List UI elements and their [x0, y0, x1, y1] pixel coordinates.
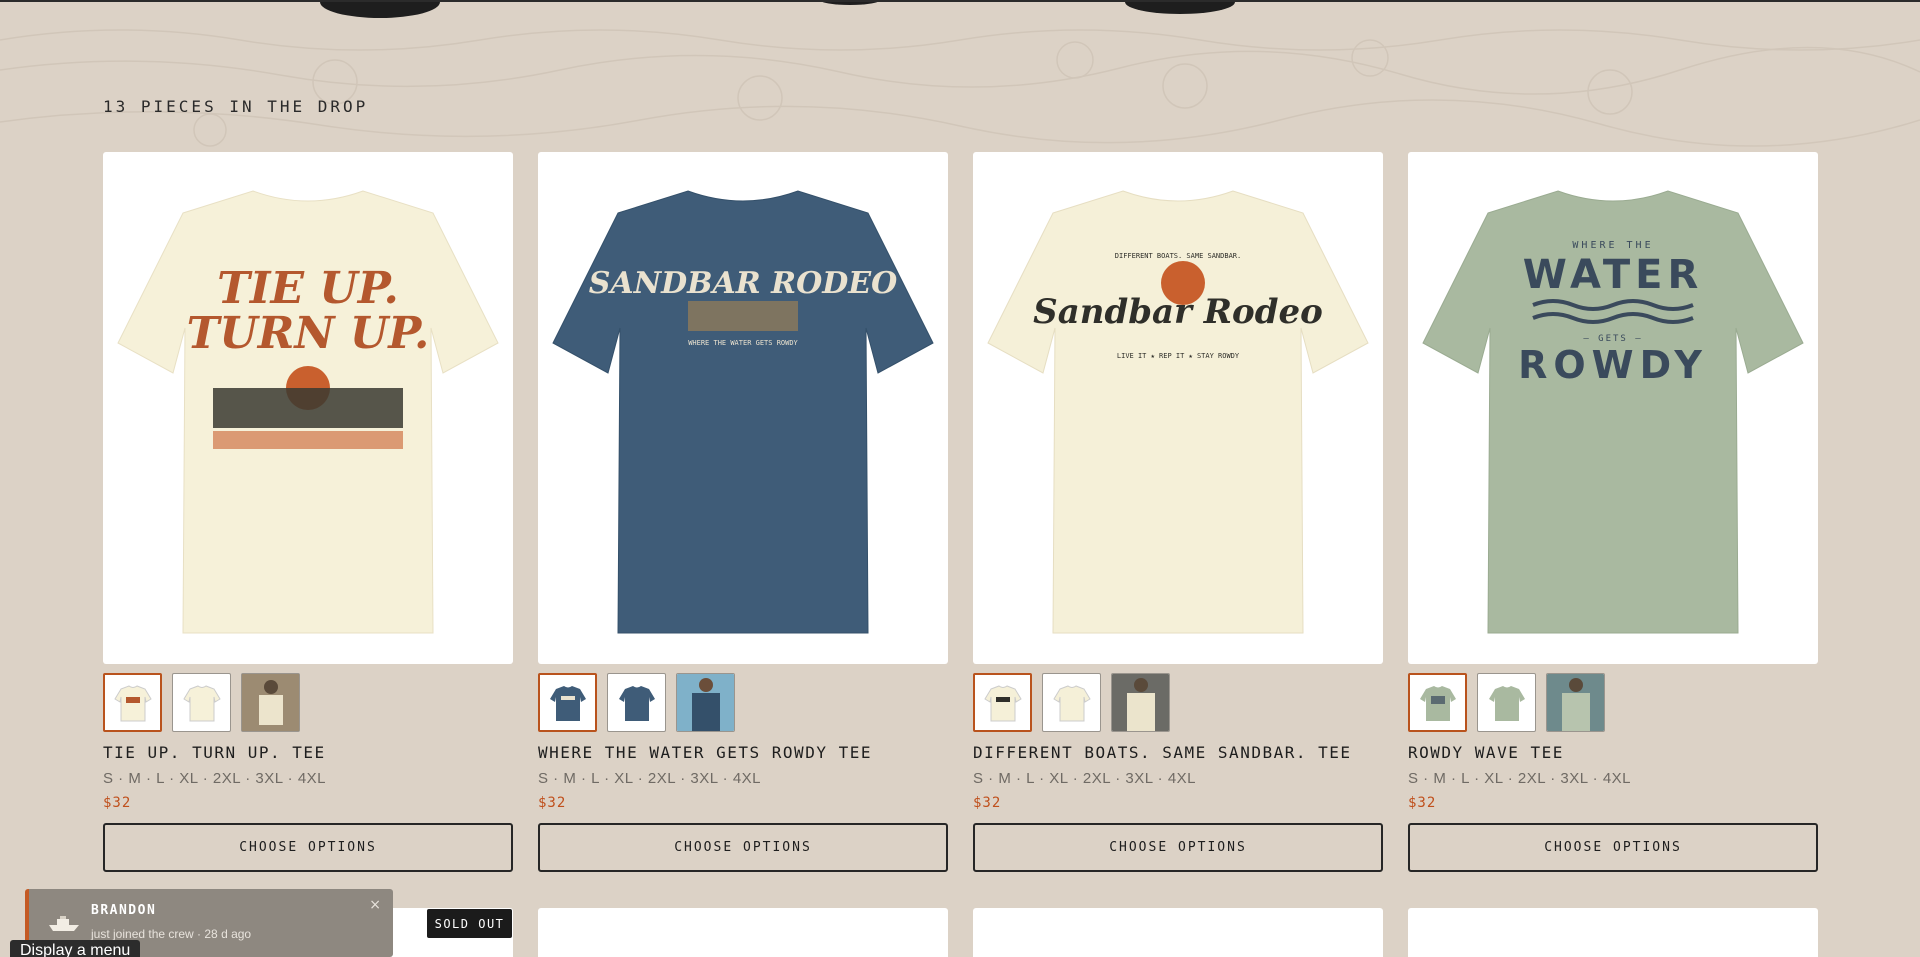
product-card: TIE UP. TURN UP. TIE UP. TURN UP. TEE S … [103, 152, 513, 872]
product-card-next-row[interactable] [1408, 908, 1818, 957]
product-price: $32 [973, 795, 1002, 811]
product-title[interactable]: DIFFERENT BOATS. SAME SANDBAR. TEE [973, 743, 1383, 762]
product-price: $32 [538, 795, 567, 811]
product-thumbnails [538, 673, 948, 732]
thumbnail-front[interactable] [103, 673, 162, 732]
thumbnail-lifestyle[interactable] [241, 673, 300, 732]
header-bottom-border [0, 0, 1920, 2]
product-title[interactable]: TIE UP. TURN UP. TEE [103, 743, 513, 762]
tshirt-illustration: TIE UP. TURN UP. [117, 190, 499, 634]
product-price: $32 [1408, 795, 1437, 811]
close-icon[interactable]: × [369, 897, 381, 913]
tshirt-illustration: DIFFERENT BOATS. SAME SANDBAR. Sandbar R… [987, 190, 1369, 634]
product-image[interactable]: WHERE THE WATER — GETS — ROWDY [1408, 152, 1818, 664]
thumbnail-back[interactable] [1477, 673, 1536, 732]
product-sizes: S · M · L · XL · 2XL · 3XL · 4XL [103, 770, 327, 787]
product-sizes: S · M · L · XL · 2XL · 3XL · 4XL [973, 770, 1197, 787]
thumbnail-lifestyle[interactable] [676, 673, 735, 732]
product-thumbnails [103, 673, 513, 732]
print-line-1: SANDBAR RODEO [589, 266, 897, 301]
choose-options-button[interactable]: CHOOSE OPTIONS [103, 823, 513, 872]
thumbnail-back[interactable] [172, 673, 231, 732]
choose-options-button[interactable]: CHOOSE OPTIONS [973, 823, 1383, 872]
print-line-3: LIVE IT ★ REP IT ★ STAY ROWDY [1117, 352, 1240, 360]
product-card-next-row[interactable] [538, 908, 948, 957]
print-line-1: TIE UP. [217, 263, 399, 314]
print-line-1: DIFFERENT BOATS. SAME SANDBAR. [1115, 252, 1241, 260]
thumbnail-lifestyle[interactable] [1111, 673, 1170, 732]
product-title[interactable]: ROWDY WAVE TEE [1408, 743, 1818, 762]
product-card: DIFFERENT BOATS. SAME SANDBAR. Sandbar R… [973, 152, 1383, 872]
section-heading: 13 PIECES IN THE DROP [103, 97, 369, 116]
product-sizes: S · M · L · XL · 2XL · 3XL · 4XL [538, 770, 762, 787]
product-thumbnails [973, 673, 1383, 732]
print-line-2: WHERE THE WATER GETS ROWDY [688, 339, 798, 347]
toast-name: BRANDON [91, 903, 157, 918]
product-title[interactable]: WHERE THE WATER GETS ROWDY TEE [538, 743, 948, 762]
boat-icon [49, 916, 79, 931]
thumbnail-back[interactable] [1042, 673, 1101, 732]
print-line-2: TURN UP. [187, 308, 430, 359]
product-image[interactable]: TIE UP. TURN UP. [103, 152, 513, 664]
menu-tooltip: Display a menu [10, 940, 141, 957]
thumbnail-front[interactable] [1408, 673, 1467, 732]
choose-options-button[interactable]: CHOOSE OPTIONS [538, 823, 948, 872]
thumbnail-front[interactable] [973, 673, 1032, 732]
print-line-1: WHERE THE [1572, 240, 1653, 251]
toast-message: just joined the crew · 28 d ago [91, 927, 252, 941]
print-line-2: WATER [1523, 252, 1704, 298]
print-line-4: ROWDY [1518, 343, 1708, 387]
thumbnail-front[interactable] [538, 673, 597, 732]
sold-out-badge: SOLD OUT [427, 909, 512, 938]
header-ink-blobs [320, 0, 1235, 18]
thumbnail-back[interactable] [607, 673, 666, 732]
product-price: $32 [103, 795, 132, 811]
print-line-2: Sandbar Rodeo [1033, 292, 1323, 332]
product-card: SANDBAR RODEO WHERE THE WATER GETS ROWDY… [538, 152, 948, 872]
product-card-next-row[interactable] [973, 908, 1383, 957]
product-image[interactable]: SANDBAR RODEO WHERE THE WATER GETS ROWDY [538, 152, 948, 664]
product-image[interactable]: DIFFERENT BOATS. SAME SANDBAR. Sandbar R… [973, 152, 1383, 664]
product-sizes: S · M · L · XL · 2XL · 3XL · 4XL [1408, 770, 1632, 787]
tshirt-illustration: SANDBAR RODEO WHERE THE WATER GETS ROWDY [552, 190, 934, 634]
tshirt-illustration: WHERE THE WATER — GETS — ROWDY [1422, 190, 1804, 634]
thumbnail-lifestyle[interactable] [1546, 673, 1605, 732]
product-card: WHERE THE WATER — GETS — ROWDY ROWDY WAV… [1408, 152, 1818, 872]
choose-options-button[interactable]: CHOOSE OPTIONS [1408, 823, 1818, 872]
product-thumbnails [1408, 673, 1818, 732]
